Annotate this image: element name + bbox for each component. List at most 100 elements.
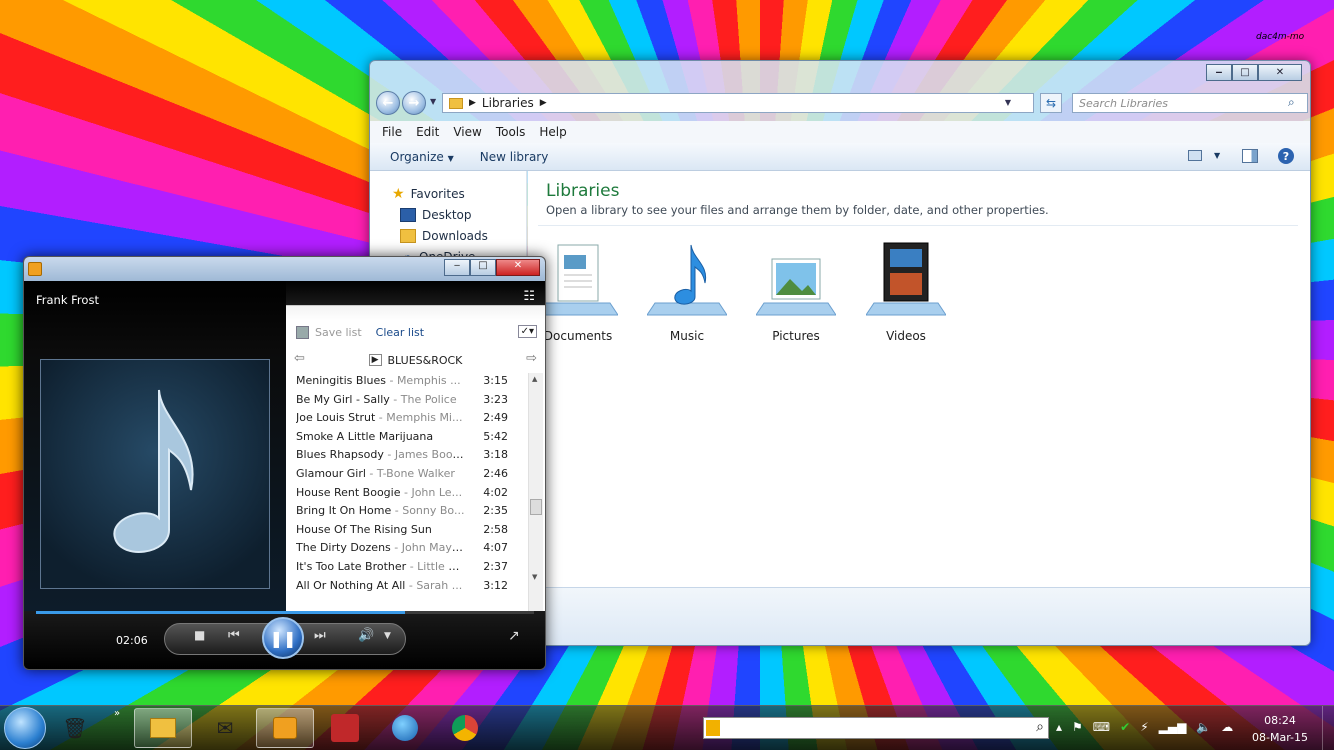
preview-pane-icon[interactable] — [1242, 149, 1258, 163]
globe-taskbar-icon[interactable] — [376, 708, 434, 748]
scrollbar-thumb[interactable] — [530, 499, 542, 515]
refresh-icon[interactable]: ⇆ — [1040, 93, 1062, 113]
track-title-text: Smoke A Little Marijuana — [296, 429, 434, 443]
next-button[interactable]: ⏭ — [314, 628, 326, 643]
network-app-taskbar-icon[interactable] — [316, 708, 374, 748]
nav-downloads[interactable]: Downloads — [392, 225, 526, 246]
help-icon[interactable]: ? — [1278, 148, 1294, 164]
pause-button[interactable]: ❚❚ — [262, 617, 304, 659]
search-icon[interactable]: ⌕ — [1288, 95, 1295, 110]
clear-list-button[interactable]: Clear list — [376, 326, 424, 339]
minimize-button[interactable]: ‒ — [444, 259, 470, 276]
change-view-icon[interactable] — [1188, 150, 1202, 161]
network-signal-icon[interactable]: ▂▄▆ — [1159, 720, 1187, 734]
media-player-taskbar-icon[interactable] — [256, 708, 314, 748]
previous-button[interactable]: ⏮ — [228, 628, 240, 643]
minimize-button[interactable]: ‒ — [1206, 64, 1232, 81]
show-hidden-icons-icon[interactable]: ▴ — [1056, 720, 1062, 734]
library-videos[interactable]: Videos — [856, 241, 956, 343]
playlist-title[interactable]: BLUES&ROCK — [388, 354, 463, 367]
taskbar-search-input[interactable]: ⌕ — [703, 717, 1049, 739]
new-library-button[interactable]: New library — [480, 150, 549, 164]
track-row[interactable]: All Or Nothing At All - Sarah ... 3:12 — [296, 579, 526, 597]
track-row[interactable]: The Dirty Dozens - John Maya... 4:07 — [296, 541, 526, 559]
volume-chevron-icon[interactable]: ▼ — [384, 631, 391, 641]
power-plug-icon[interactable]: ⚡ — [1140, 720, 1148, 734]
track-row[interactable]: House Of The Rising Sun 2:58 — [296, 523, 526, 541]
track-row[interactable]: It's Too Late Brother - Little W... 2:37 — [296, 560, 526, 578]
menu-view[interactable]: View — [453, 125, 481, 139]
track-title: House Rent Boogie - John Le... — [296, 486, 468, 504]
chrome-taskbar-icon[interactable] — [436, 708, 494, 748]
switch-to-now-playing-icon[interactable]: ↗ — [508, 628, 520, 644]
track-row[interactable]: Be My Girl - Sally - The Police 3:23 — [296, 393, 526, 411]
track-artist: Memphis Mi... — [386, 411, 463, 425]
organize-button[interactable]: Organize ▼ — [390, 150, 454, 164]
security-check-icon[interactable]: ✔ — [1120, 720, 1130, 734]
forward-button[interactable]: → — [402, 91, 426, 115]
track-title-text: Be My Girl - Sally — [296, 392, 390, 406]
mail-taskbar-icon[interactable]: ✉ — [196, 708, 254, 748]
breadcrumb-arrow-icon[interactable]: ▶ — [540, 98, 547, 108]
next-list-icon[interactable]: ⇨ — [526, 351, 537, 366]
maximize-button[interactable]: □ — [470, 259, 496, 276]
previous-list-icon[interactable]: ⇦ — [294, 351, 305, 366]
track-row[interactable]: House Rent Boogie - John Le... 4:02 — [296, 486, 526, 504]
volume-icon[interactable]: 🔊 — [358, 628, 374, 643]
nav-desktop[interactable]: Desktop — [392, 204, 526, 225]
action-center-flag-icon[interactable]: ⚑ — [1072, 720, 1083, 734]
view-options-chevron-icon[interactable]: ▼ — [1214, 151, 1220, 160]
media-player-window[interactable]: ‒ □ ✕ Frank Frost ☷ Save list Clear list… — [23, 256, 546, 670]
track-artist: Little W... — [417, 560, 468, 573]
jump-chevron-icon[interactable]: » — [114, 708, 120, 719]
library-pictures[interactable]: Pictures — [746, 241, 846, 343]
explorer-taskbar-icon[interactable] — [134, 708, 192, 748]
nav-favorites[interactable]: ★ Favorites — [392, 183, 526, 204]
recent-pages-chevron-icon[interactable]: ▼ — [430, 97, 436, 106]
close-button[interactable]: ✕ — [496, 259, 540, 276]
track-row[interactable]: Glamour Girl - T-Bone Walker 2:46 — [296, 467, 526, 485]
pictures-library-icon — [755, 241, 837, 327]
breadcrumb-libraries[interactable]: Libraries — [482, 96, 534, 110]
playlist-scrollbar[interactable]: ▲ ▼ — [528, 373, 543, 611]
back-button[interactable]: ← — [376, 91, 400, 115]
track-row[interactable]: Bring It On Home - Sonny Bo... 2:35 — [296, 504, 526, 522]
recycle-bin-icon[interactable]: 🗑 — [46, 708, 104, 748]
track-row[interactable]: Blues Rhapsody - James Booker 3:18 — [296, 448, 526, 466]
list-options-icon[interactable]: ✓▾ — [517, 325, 537, 338]
breadcrumb-arrow-icon[interactable]: ▶ — [469, 98, 476, 108]
track-artist: Memphis ... — [396, 374, 461, 387]
menu-file[interactable]: File — [382, 125, 402, 139]
scroll-up-icon[interactable]: ▲ — [532, 375, 537, 383]
menu-tools[interactable]: Tools — [496, 125, 526, 139]
track-row[interactable]: Meningitis Blues - Memphis ... 3:15 — [296, 374, 526, 392]
seek-bar[interactable] — [36, 611, 534, 614]
stop-button[interactable]: ■ — [194, 628, 205, 642]
playback-controls: 02:06 ■ ⏮ ❚❚ ⏭ 🔊 ▼ ↗ — [24, 611, 545, 669]
volume-icon[interactable]: 🔈 — [1196, 720, 1211, 734]
artist-name: Frank Frost — [36, 293, 99, 307]
track-separator: - — [383, 448, 395, 462]
maximize-button[interactable]: □ — [1232, 64, 1258, 81]
track-row[interactable]: Smoke A Little Marijuana 5:42 — [296, 430, 526, 448]
library-music[interactable]: Music — [637, 241, 737, 343]
search-icon[interactable]: ⌕ — [1036, 719, 1044, 735]
close-button[interactable]: ✕ — [1258, 64, 1302, 81]
switch-to-library-icon[interactable]: ☷ — [523, 289, 535, 304]
address-bar[interactable]: ▶ Libraries ▶ ▼ — [442, 93, 1034, 113]
menu-help[interactable]: Help — [539, 125, 566, 139]
start-button[interactable] — [4, 707, 46, 749]
address-dropdown-icon[interactable]: ▼ — [1005, 98, 1011, 107]
clock[interactable]: 08:24 08-Mar-15 — [1240, 712, 1320, 746]
track-title: Joe Louis Strut - Memphis Mi... — [296, 411, 468, 429]
cloud-icon[interactable]: ☁ — [1221, 720, 1233, 734]
media-player-icon — [28, 262, 42, 276]
search-input[interactable]: Search Libraries — [1072, 93, 1308, 113]
chrome-icon — [452, 715, 478, 741]
save-list-button[interactable]: Save list — [315, 326, 362, 339]
track-row[interactable]: Joe Louis Strut - Memphis Mi... 2:49 — [296, 411, 526, 429]
show-desktop-button[interactable] — [1322, 706, 1334, 750]
scroll-down-icon[interactable]: ▼ — [532, 573, 537, 581]
keyboard-icon[interactable]: ⌨ — [1093, 720, 1110, 734]
menu-edit[interactable]: Edit — [416, 125, 439, 139]
